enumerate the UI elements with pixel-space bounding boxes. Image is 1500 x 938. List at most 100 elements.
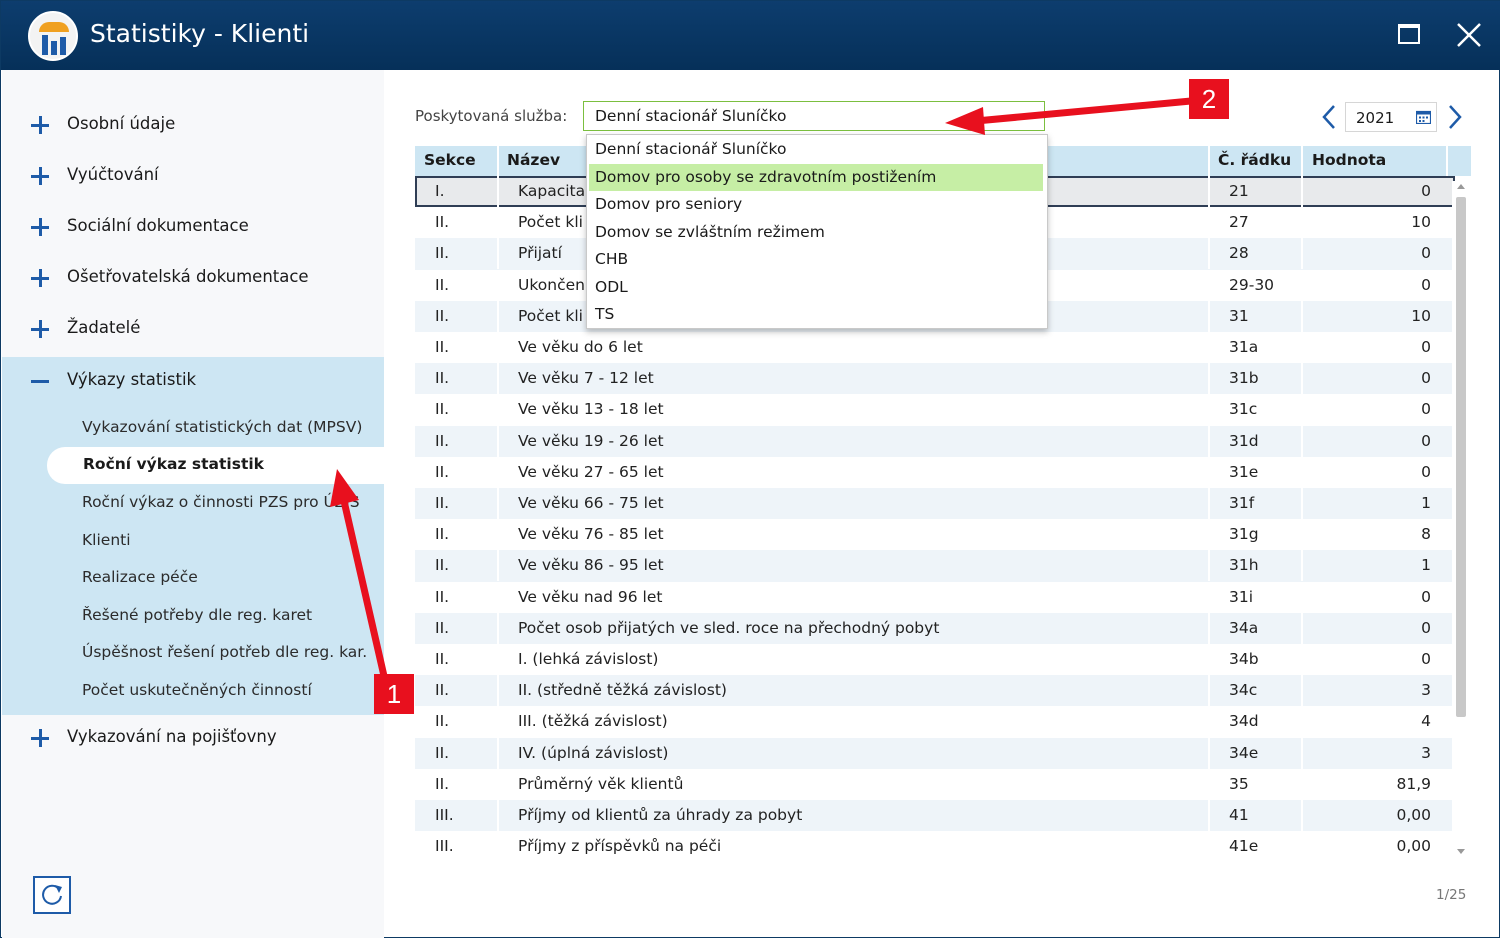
sidebar-item-label: Vykazování na pojišťovny: [67, 727, 277, 746]
sidebar-item-zadatele[interactable]: Žadatelé: [1, 312, 383, 352]
scroll-thumb[interactable]: [1456, 197, 1466, 717]
sidebar-item-socialni-dokumentace[interactable]: Sociální dokumentace: [1, 210, 383, 250]
cell-nazev: Počet osob přijatých ve sled. roce na př…: [518, 618, 940, 637]
column-header-nazev[interactable]: Název: [507, 151, 560, 169]
column-header-cislo-radku[interactable]: Č. řádku: [1218, 151, 1291, 169]
cell-sekce: II.: [435, 369, 450, 388]
cell-cislo-radku: 31f: [1229, 494, 1255, 512]
window-title: Statistiky - Klienti: [90, 19, 310, 48]
dropdown-option-label: Domov se zvláštním režimem: [595, 222, 825, 241]
minus-icon: [31, 380, 49, 383]
table-row[interactable]: II. Ve věku nad 96 let 31i 0: [415, 581, 1455, 613]
app-logo-icon: [28, 11, 78, 61]
cell-hodnota: 0: [1421, 462, 1431, 481]
dropdown-option[interactable]: ODL: [589, 274, 1043, 301]
cell-sekce: III.: [435, 806, 454, 824]
sidebar-expanded-section: [2, 357, 384, 715]
table-row[interactable]: II. I. (lehká závislost) 34b 0: [415, 644, 1455, 676]
refresh-button[interactable]: [33, 876, 71, 914]
table-row[interactable]: II. III. (těžká závislost) 34d 4: [415, 706, 1455, 738]
cell-hodnota: 0: [1421, 275, 1431, 294]
dropdown-option[interactable]: CHB: [589, 246, 1043, 273]
sidebar-subitem-uspesnost[interactable]: Úspěšnost řešení potřeb dle reg. kar.: [82, 643, 367, 661]
year-next-button[interactable]: [1443, 102, 1467, 132]
service-select[interactable]: Denní stacionář Sluníčko: [583, 101, 1045, 131]
cell-cislo-radku: 29-30: [1229, 275, 1275, 294]
cell-nazev: Ve věku 27 - 65 let: [518, 462, 664, 481]
sidebar-subitem-klienti[interactable]: Klienti: [82, 531, 131, 549]
cell-cislo-radku: 41e: [1229, 837, 1259, 856]
table-row[interactable]: III. Příjmy z příspěvků na péči 41e 0,00: [415, 831, 1455, 863]
cell-cislo-radku: 34a: [1229, 618, 1259, 637]
maximize-button[interactable]: [1393, 19, 1425, 51]
table-row[interactable]: II. Ve věku do 6 let 31a 0: [415, 332, 1455, 364]
plus-icon: [31, 218, 49, 236]
table-row[interactable]: II. Ve věku 27 - 65 let 31e 0: [415, 456, 1455, 488]
sidebar-subitem-pzs-uzis[interactable]: Roční výkaz o činnosti PZS pro ÚZIS: [82, 493, 360, 511]
cell-nazev: Ve věku 66 - 75 let: [518, 494, 664, 512]
table-scrollbar[interactable]: [1452, 181, 1470, 861]
table-row[interactable]: II. Ve věku 76 - 85 let 31g 8: [415, 519, 1455, 551]
scroll-up-icon[interactable]: [1457, 184, 1465, 189]
sidebar-item-vykazy-statistik[interactable]: Výkazy statistik: [1, 364, 383, 404]
close-button[interactable]: [1453, 19, 1485, 51]
cell-nazev: Ve věku 13 - 18 let: [518, 400, 664, 419]
cell-cislo-radku: 35: [1229, 774, 1249, 793]
plus-icon: [31, 167, 49, 185]
table-row[interactable]: II. Ve věku 19 - 26 let 31d 0: [415, 425, 1455, 457]
cell-hodnota: 0: [1421, 618, 1431, 637]
cell-cislo-radku: 31a: [1229, 338, 1259, 356]
table-row[interactable]: II. Ve věku 86 - 95 let 31h 1: [415, 550, 1455, 582]
sidebar-subitem-resene-potreby[interactable]: Řešené potřeby dle reg. karet: [82, 606, 312, 624]
cell-hodnota: 0: [1421, 587, 1431, 606]
sidebar-subitem-pocet-cinnosti[interactable]: Počet uskutečněných činností: [82, 681, 312, 699]
sidebar-item-osetrovatelska-dokumentace[interactable]: Ošetřovatelská dokumentace: [1, 261, 383, 301]
cell-nazev: Ve věku 7 - 12 let: [518, 369, 654, 388]
cell-cislo-radku: 34c: [1229, 681, 1258, 700]
column-header-sekce[interactable]: Sekce: [424, 151, 476, 169]
dropdown-option[interactable]: Domov pro seniory: [589, 191, 1043, 218]
annotation-badge-2: 2: [1189, 79, 1229, 119]
dropdown-option-label: TS: [595, 305, 615, 323]
cell-hodnota: 1: [1421, 494, 1431, 512]
sidebar-item-vykazovani-pojistovny[interactable]: Vykazování na pojišťovny: [1, 721, 383, 761]
sidebar-subitem-realizace-pece[interactable]: Realizace péče: [82, 568, 198, 586]
sidebar-subitem-rocni-vykaz-active[interactable]: Roční výkaz statistik: [47, 447, 384, 484]
table-row[interactable]: II. IV. (úplná závislost) 34e 3: [415, 737, 1455, 769]
table-row[interactable]: II. Ve věku 13 - 18 let 31c 0: [415, 394, 1455, 426]
cell-hodnota: 10: [1411, 213, 1431, 232]
table-row[interactable]: II. Ve věku 66 - 75 let 31f 1: [415, 488, 1455, 520]
year-prev-button[interactable]: [1317, 102, 1341, 132]
year-picker[interactable]: 2021: [1345, 102, 1437, 132]
dropdown-option-label: CHB: [595, 250, 629, 268]
sidebar-subitem-mpsv[interactable]: Vykazování statistických dat (MPSV): [82, 418, 362, 436]
dropdown-option[interactable]: Denní stacionář Sluníčko: [589, 136, 1043, 163]
table-row[interactable]: II. Ve věku 7 - 12 let 31b 0: [415, 363, 1455, 395]
sidebar-item-osobni-udaje[interactable]: Osobní údaje: [1, 108, 383, 148]
cell-sekce: II.: [435, 587, 450, 606]
scroll-down-icon[interactable]: [1457, 849, 1465, 854]
table-row[interactable]: III. Příjmy od klientů za úhrady za pobyt…: [415, 800, 1455, 832]
cell-cislo-radku: 34b: [1229, 650, 1259, 668]
calendar-icon[interactable]: [1416, 110, 1431, 124]
cell-cislo-radku: 21: [1229, 182, 1249, 200]
dropdown-option[interactable]: TS: [589, 301, 1043, 328]
table-row[interactable]: II. Počet osob přijatých ve sled. roce na…: [415, 612, 1455, 644]
sidebar-item-label: Žadatelé: [67, 318, 141, 337]
cell-cislo-radku: 34e: [1229, 743, 1259, 762]
cell-hodnota: 3: [1421, 743, 1431, 762]
cell-nazev: Příjmy z příspěvků na péči: [518, 837, 722, 856]
chevron-left-icon: [1322, 105, 1335, 129]
column-header-hodnota[interactable]: Hodnota: [1312, 151, 1386, 169]
cell-sekce: II.: [435, 681, 450, 700]
dropdown-option[interactable]: Domov se zvláštním režimem: [589, 219, 1043, 246]
table-row[interactable]: II. Průměrný věk klientů 35 81,9: [415, 768, 1455, 800]
sidebar-item-vyuctovani[interactable]: Vyúčtování: [1, 159, 383, 199]
cell-nazev: Počet kli: [518, 306, 583, 325]
cell-sekce: II.: [435, 743, 450, 762]
dropdown-option[interactable]: Domov pro osoby se zdravotním postižením: [589, 163, 1043, 191]
cell-hodnota: 4: [1421, 712, 1431, 731]
year-value: 2021: [1356, 109, 1395, 127]
table-row[interactable]: II. II. (středně těžká závislost) 34c 3: [415, 675, 1455, 707]
cell-hodnota: 0: [1421, 400, 1431, 419]
